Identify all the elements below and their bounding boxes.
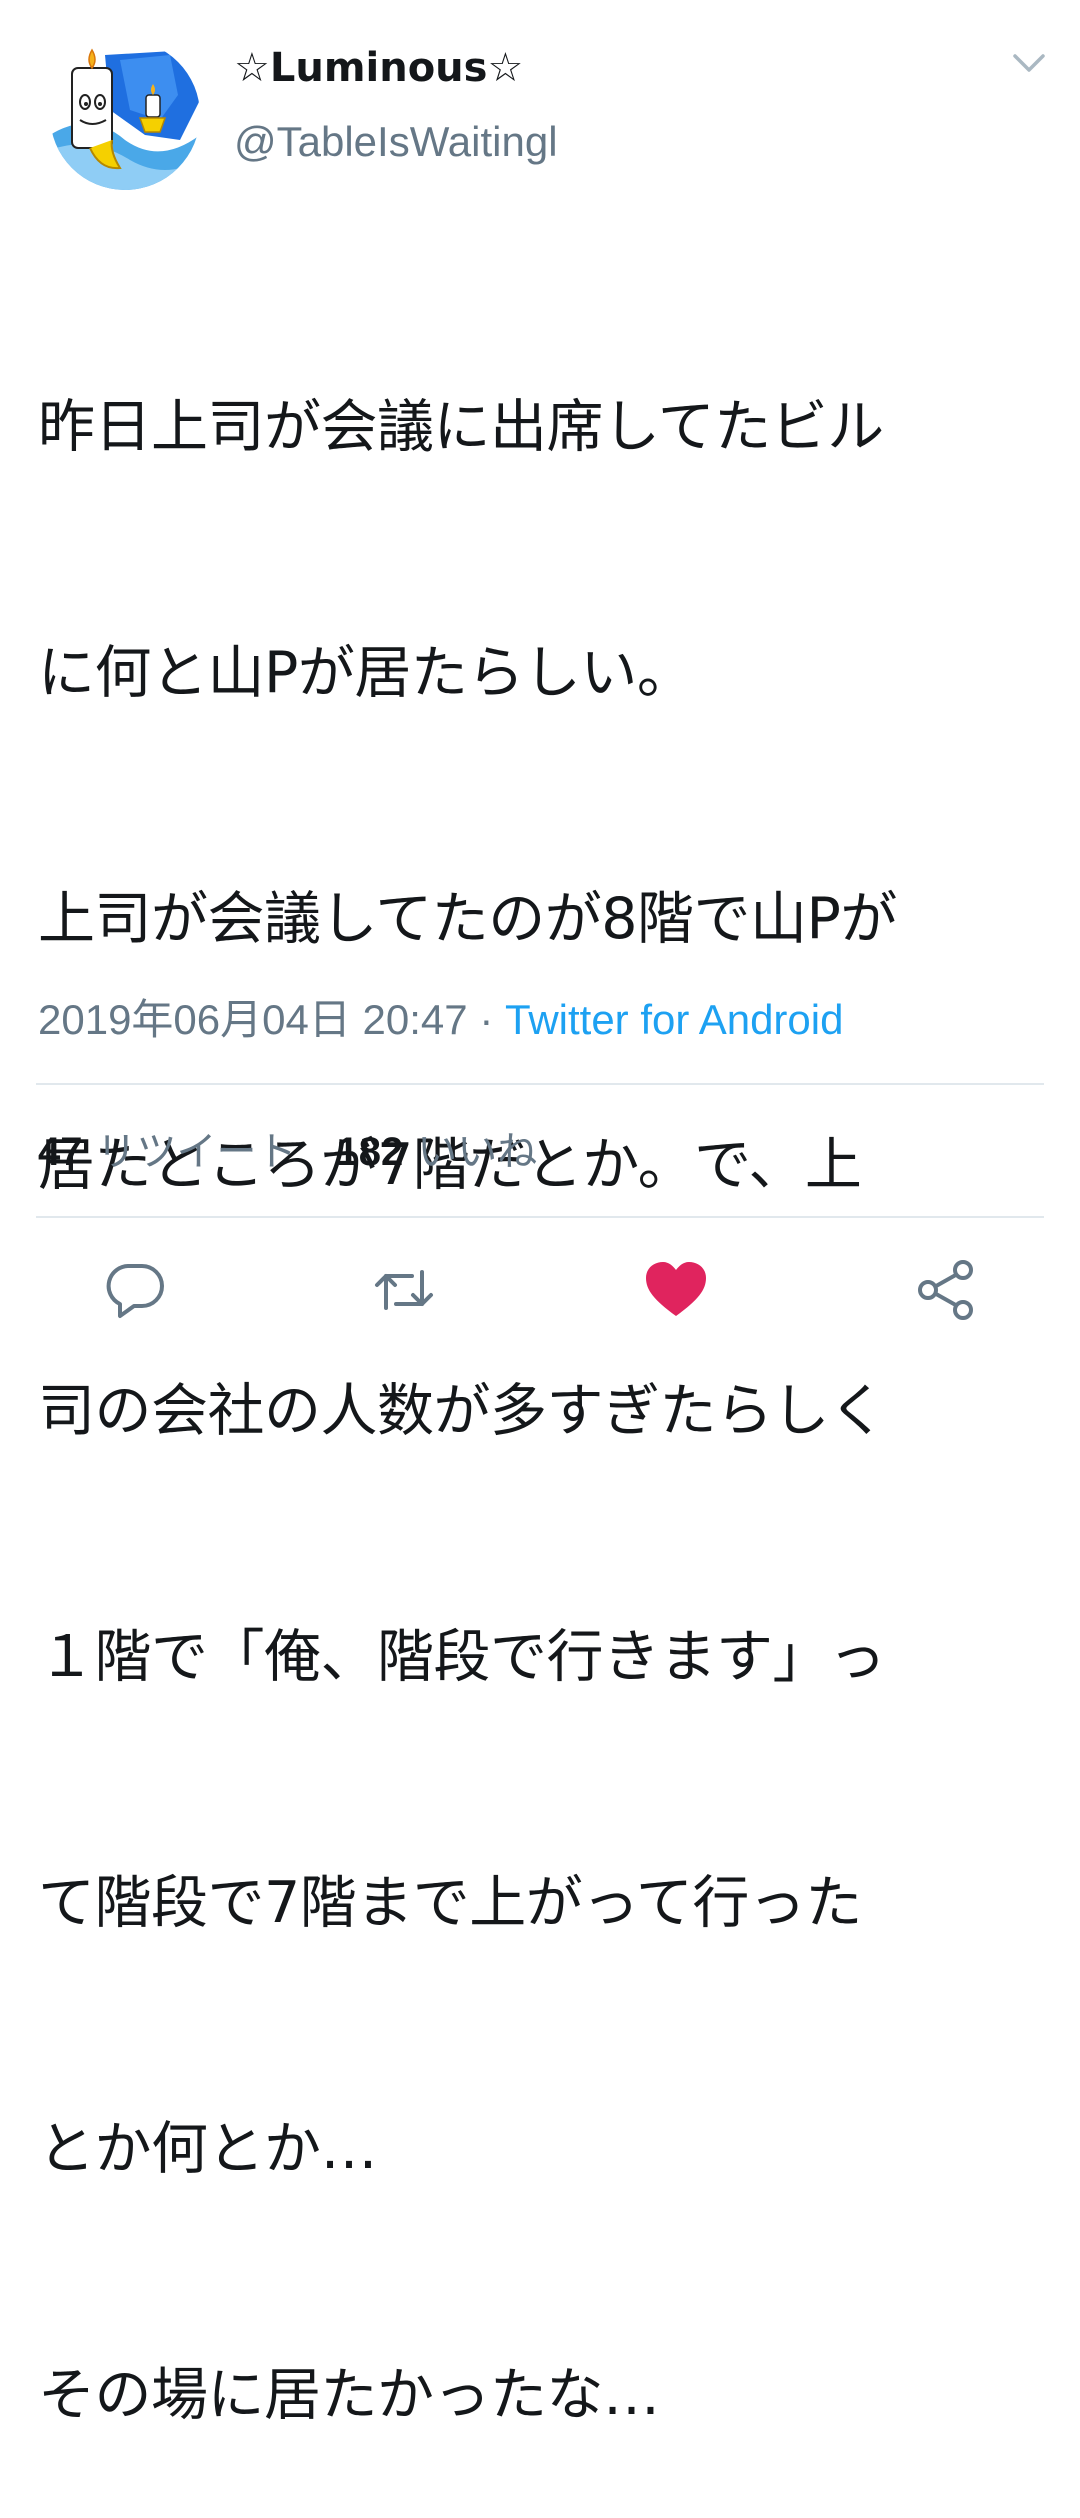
reply-button[interactable] — [104, 1258, 168, 1322]
like-button[interactable] — [644, 1258, 708, 1322]
reply-icon — [106, 1263, 164, 1318]
avatar[interactable] — [50, 40, 200, 190]
display-name[interactable]: ☆Luminous☆ — [234, 44, 523, 92]
meta-separator: · — [479, 996, 494, 1043]
tweet-line: その場に居たかったな… — [38, 2362, 660, 2428]
chevron-down-icon[interactable] — [1011, 52, 1047, 76]
share-icon — [918, 1260, 973, 1320]
retweets-label: リツイート — [96, 1129, 297, 1175]
tweet-meta: 2019年06月04日 20:47 · Twitter for Android — [38, 994, 843, 1046]
tweet-line: １階で「俺、階段で行きます」っ — [38, 1624, 886, 1690]
tweet-line: 司の会社の人数が多すぎたらしく — [38, 1378, 886, 1444]
tweet-line: とか何とか… — [38, 2116, 378, 2182]
candle-character-avatar-icon — [50, 40, 200, 190]
heart-icon — [646, 1262, 706, 1316]
tweet-line: て階段で7階まで上がって行った — [38, 1870, 862, 1936]
likes-stat[interactable]: 182 いいね — [337, 1129, 538, 1175]
engagement-stats: 47 リツイート 182 いいね — [38, 1126, 537, 1178]
share-button[interactable] — [914, 1258, 978, 1322]
retweets-count: 47 — [38, 1130, 83, 1174]
tweet-text: 昨日上司が会議に出席してたビル に何と山Pが居たらしい。 上司が会議してたのが8… — [38, 222, 1048, 2518]
user-handle[interactable]: @TableIsWaitingl — [234, 118, 558, 166]
tweet-line: 昨日上司が会議に出席してたビル — [38, 394, 884, 460]
retweet-icon — [375, 1270, 433, 1310]
retweet-button[interactable] — [372, 1258, 436, 1322]
likes-label: いいね — [417, 1129, 538, 1175]
tweet-line: 上司が会議してたのが8階で山Pが — [38, 886, 897, 952]
source-link[interactable]: Twitter for Android — [505, 996, 843, 1043]
likes-count: 182 — [336, 1130, 404, 1174]
divider — [36, 1216, 1044, 1218]
retweets-stat[interactable]: 47 リツイート — [38, 1129, 297, 1175]
timestamp: 2019年06月04日 20:47 — [38, 996, 468, 1043]
tweet-line: に何と山Pが居たらしい。 — [38, 640, 694, 706]
divider — [36, 1083, 1044, 1085]
